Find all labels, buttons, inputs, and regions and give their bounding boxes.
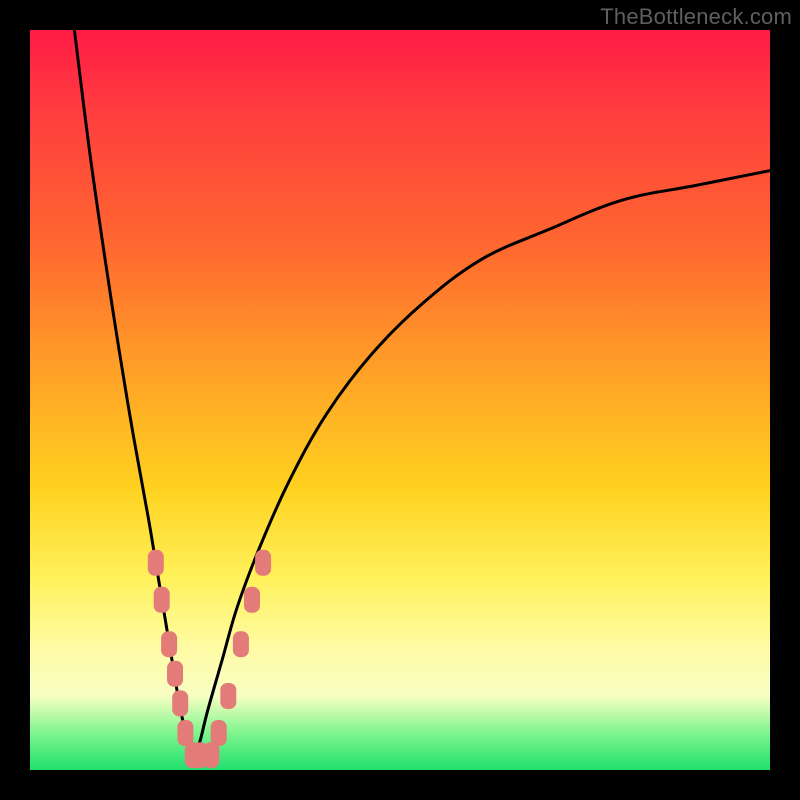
plot-area [30, 30, 770, 770]
data-marker [148, 550, 164, 576]
curve-right-branch [193, 171, 770, 763]
data-marker [203, 742, 219, 768]
data-marker [167, 661, 183, 687]
curve-group [74, 30, 770, 763]
data-marker [233, 631, 249, 657]
data-marker [244, 587, 260, 613]
data-marker [177, 720, 193, 746]
data-marker [211, 720, 227, 746]
data-marker [172, 690, 188, 716]
data-marker [255, 550, 271, 576]
marker-group [148, 550, 271, 768]
data-marker [161, 631, 177, 657]
chart-frame: TheBottleneck.com [0, 0, 800, 800]
curve-layer [30, 30, 770, 770]
watermark-text: TheBottleneck.com [600, 4, 792, 30]
data-marker [154, 587, 170, 613]
data-marker [220, 683, 236, 709]
